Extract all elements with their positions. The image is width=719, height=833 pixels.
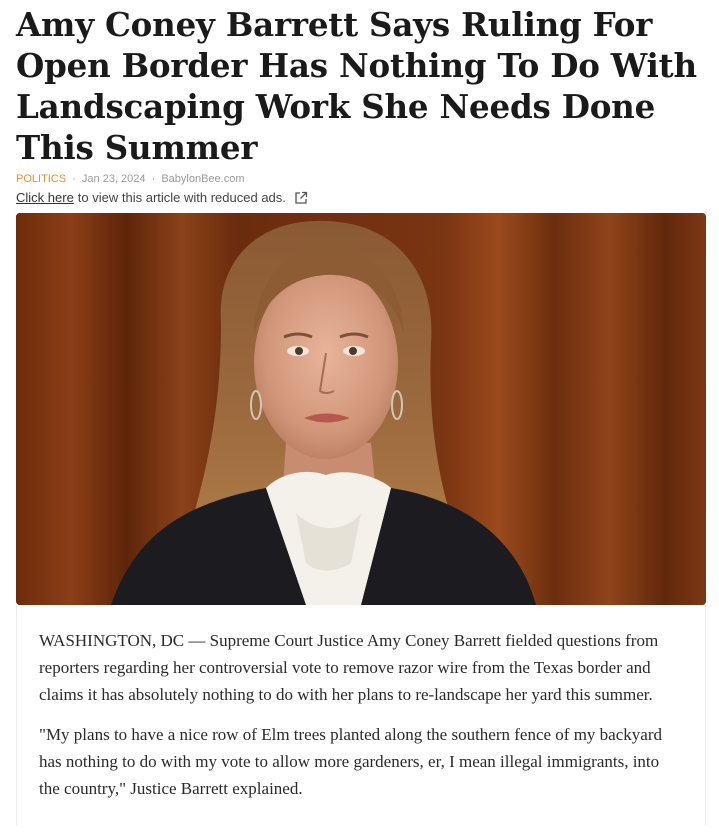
article-body: WASHINGTON, DC — Supreme Court Justice A…	[16, 605, 706, 825]
article-paragraph: "My plans to have a nice row of Elm tree…	[39, 725, 662, 798]
article-date: Jan 23, 2024	[81, 173, 146, 185]
article-headline: Amy Coney Barrett Says Ruling For Open B…	[16, 5, 697, 167]
meta-separator: ·	[72, 173, 76, 185]
meta-separator: ·	[151, 173, 156, 185]
reduced-ads-link[interactable]: Click here	[16, 189, 74, 206]
external-link-icon[interactable]	[294, 191, 308, 205]
category-link[interactable]: POLITICS	[16, 173, 66, 185]
reduced-ads-text: to view this article with reduced ads.	[77, 190, 286, 205]
article-container: Amy Coney Barrett Says Ruling For Open B…	[0, 0, 719, 825]
reduced-ads-notice: Click here to view this article with red…	[16, 189, 705, 206]
article-paragraph: WASHINGTON, DC — Supreme Court Justice A…	[39, 631, 659, 704]
article-source: BabylonBee.com	[161, 173, 245, 185]
article-meta: POLITICS · Jan 23, 2024 · BabylonBee.com	[16, 172, 705, 186]
hero-image	[16, 213, 706, 605]
